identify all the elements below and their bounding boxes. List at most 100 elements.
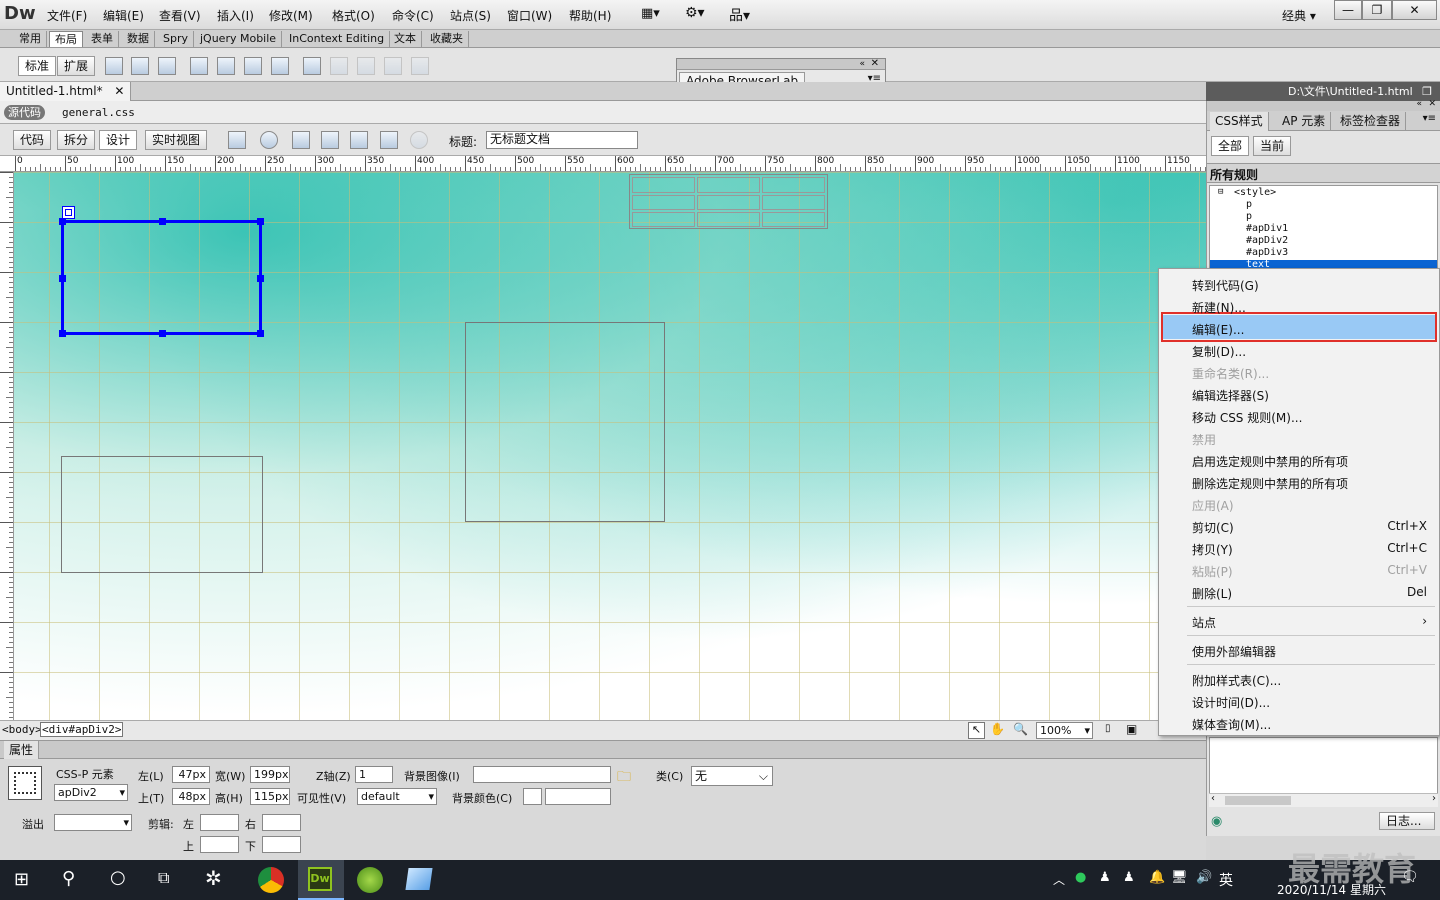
tag-div-apdiv2[interactable]: <div#apDiv2>	[40, 722, 124, 737]
ap-div-3[interactable]	[61, 456, 263, 573]
minimize-button[interactable]: —	[1334, 0, 1362, 20]
menu-edit[interactable]: 编辑(E)	[103, 7, 144, 24]
spry-menu-icon[interactable]	[271, 57, 289, 75]
tab-css-styles[interactable]: CSS样式	[1210, 112, 1269, 131]
fluid-layout-icon[interactable]	[244, 57, 262, 75]
qq-icon[interactable]: ♟	[1099, 870, 1111, 885]
collapse-panel-icon[interactable]: «	[1416, 99, 1422, 109]
rule-apdiv3[interactable]: #apDiv3	[1246, 247, 1288, 258]
tab-text[interactable]: 文本	[389, 31, 422, 47]
preview-browser-icon[interactable]	[260, 131, 278, 149]
tab-tag-inspector[interactable]: 标签检查器	[1335, 112, 1407, 131]
current-mode-button[interactable]: 当前	[1253, 136, 1292, 156]
title-input[interactable]: 无标题文档	[486, 131, 638, 149]
action-center-icon[interactable]: 🗨	[1401, 869, 1419, 885]
tab-spry[interactable]: Spry	[158, 31, 194, 47]
ap-div-2-selected[interactable]	[59, 218, 264, 337]
restore-button[interactable]: ❐	[1362, 0, 1392, 20]
draw-ap-div-icon[interactable]	[217, 57, 235, 75]
ime-indicator[interactable]: 英	[1219, 870, 1233, 890]
start-icon[interactable]: ⊞	[14, 869, 29, 890]
cortana-icon[interactable]: ○	[110, 867, 126, 888]
workspace-switcher[interactable]: 经典 ▾	[1282, 7, 1316, 24]
context-menu-item[interactable]: 转到代码(G)	[1192, 277, 1259, 294]
mobile-size-icon[interactable]: ▯	[1105, 723, 1111, 734]
clip-bottom-input[interactable]	[262, 836, 301, 853]
close-tab-icon[interactable]: ✕	[114, 84, 124, 98]
tab-favorites[interactable]: 收藏夹	[425, 31, 469, 47]
collapse-icon[interactable]: «	[859, 59, 865, 69]
tab-forms[interactable]: 表单	[86, 31, 119, 47]
context-menu-item[interactable]: 站点	[1192, 614, 1216, 631]
table-grid-icon[interactable]	[303, 57, 321, 75]
volume-icon[interactable]: 🔊	[1196, 870, 1212, 885]
rule-apdiv2[interactable]: #apDiv2	[1246, 235, 1288, 246]
tree-collapse-icon[interactable]: ⊟	[1218, 187, 1223, 197]
wechat-icon[interactable]: ●	[1075, 870, 1086, 885]
context-menu-item[interactable]: 媒体查询(M)...	[1192, 716, 1271, 733]
tab-data[interactable]: 数据	[122, 31, 155, 47]
menu-view[interactable]: 查看(V)	[159, 7, 201, 24]
chrome-icon[interactable]	[258, 867, 284, 893]
tab-ap-elements[interactable]: AP 元素	[1277, 112, 1332, 131]
related-file-general-css[interactable]: general.css	[62, 106, 135, 119]
insert-div-icon[interactable]	[190, 57, 208, 75]
overflow-select[interactable]: ▾	[54, 814, 132, 831]
visual-aids-icon[interactable]	[380, 131, 398, 149]
menu-file[interactable]: 文件(F)	[47, 7, 87, 24]
context-menu-item[interactable]: 编辑(E)...	[1192, 321, 1244, 338]
context-menu-item[interactable]: 设计时间(D)...	[1192, 694, 1270, 711]
context-menu-item[interactable]: 移动 CSS 规则(M)...	[1192, 409, 1302, 426]
table-icon[interactable]	[105, 57, 123, 75]
all-mode-button[interactable]: 全部	[1211, 136, 1250, 156]
element-id-select[interactable]: apDiv2 ▾	[54, 784, 128, 801]
network-icon[interactable]: 🖥	[1171, 870, 1188, 885]
multiscreen-icon[interactable]	[228, 131, 246, 149]
pinwheel-app-icon[interactable]: ✲	[205, 866, 222, 890]
left-input[interactable]: 47px	[172, 766, 210, 783]
rule-p-1[interactable]: p	[1246, 199, 1252, 210]
menu-window[interactable]: 窗口(W)	[507, 7, 552, 24]
width-input[interactable]: 199px	[250, 766, 290, 783]
gear-icon[interactable]: ⚙▾	[685, 5, 705, 21]
dreamweaver-taskbar-button[interactable]: Dw	[298, 860, 344, 900]
tab-incontext[interactable]: InContext Editing	[284, 31, 391, 47]
task-view-icon[interactable]: ⧉	[158, 868, 169, 888]
expanded-mode-button[interactable]: 扩展	[57, 56, 96, 76]
menu-help[interactable]: 帮助(H)	[569, 7, 611, 24]
layout-icon[interactable]: ▦▾	[641, 6, 660, 21]
site-icon[interactable]: 品▾	[729, 5, 750, 25]
tray-up-icon[interactable]: ︿	[1053, 871, 1065, 888]
document-tab[interactable]: Untitled-1.html* ✕	[0, 82, 132, 101]
tag-body[interactable]: <body>	[2, 723, 42, 736]
clip-top-input[interactable]	[200, 836, 239, 853]
context-menu-item[interactable]: 使用外部编辑器	[1192, 643, 1276, 660]
design-view-button[interactable]: 设计	[99, 130, 138, 150]
live-view-button[interactable]: 实时视图	[145, 130, 208, 150]
height-input[interactable]: 115px	[250, 788, 290, 805]
qq-icon-2[interactable]: ♟	[1123, 870, 1135, 885]
class-select[interactable]: 无 ⌵	[691, 766, 773, 786]
log-button[interactable]: 日志...	[1379, 812, 1435, 830]
tab-jquery-mobile[interactable]: jQuery Mobile	[195, 31, 283, 47]
top-input[interactable]: 48px	[172, 788, 210, 805]
clip-left-input[interactable]	[200, 814, 239, 831]
design-canvas[interactable]	[14, 172, 1206, 720]
rule-apdiv1[interactable]: #apDiv1	[1246, 223, 1288, 234]
menu-commands[interactable]: 命令(C)	[392, 7, 434, 24]
menu-site[interactable]: 站点(S)	[450, 7, 491, 24]
context-menu-item[interactable]: 拷贝(Y)	[1192, 541, 1233, 558]
visibility-select[interactable]: default ▾	[357, 788, 437, 805]
w3c-validation-icon[interactable]	[321, 131, 339, 149]
context-menu-item[interactable]: 新建(N)...	[1192, 299, 1246, 316]
context-menu-item[interactable]: 编辑选择器(S)	[1192, 387, 1269, 404]
folder-icon[interactable]: 🗀	[617, 766, 631, 790]
context-menu-item[interactable]: 附加样式表(C)...	[1192, 672, 1281, 689]
notification-bell-icon[interactable]: 🔔	[1149, 870, 1165, 885]
check-browser-icon[interactable]	[350, 131, 368, 149]
globe-icon[interactable]: ◉	[1211, 814, 1222, 829]
melon-app-icon[interactable]	[357, 867, 383, 893]
notepad-app-icon[interactable]	[405, 868, 433, 890]
z-index-input[interactable]: 1	[355, 766, 393, 783]
standard-mode-button[interactable]: 标准	[18, 56, 57, 76]
